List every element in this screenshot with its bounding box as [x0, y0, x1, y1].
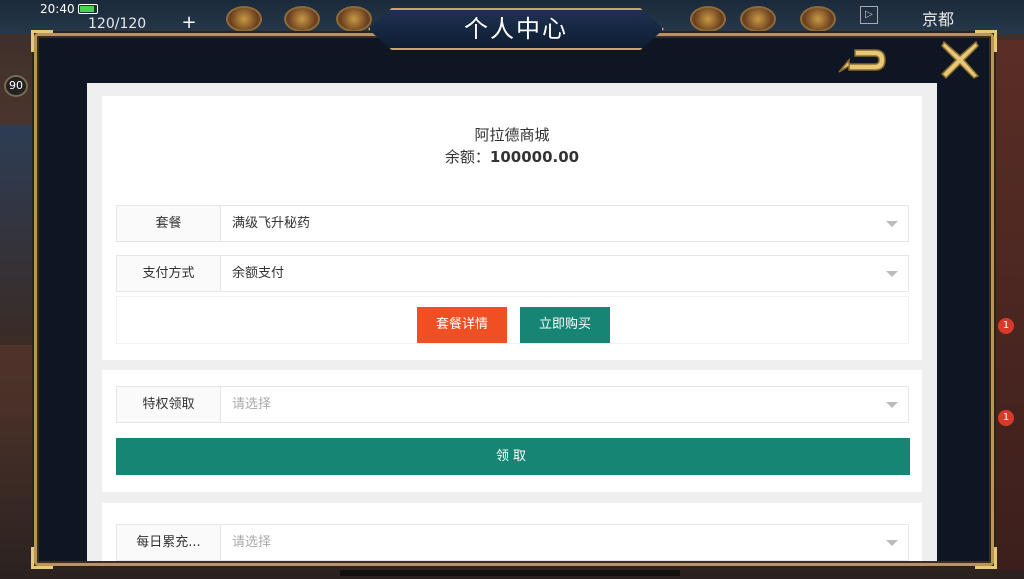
privilege-placeholder: 请选择 [232, 397, 272, 412]
player-level-badge: 90 [4, 75, 28, 97]
payment-select[interactable]: 余额支付 [222, 256, 908, 291]
back-button[interactable] [835, 42, 893, 80]
daily-recharge-select[interactable]: 请选择 [222, 525, 908, 560]
chevron-down-icon [886, 221, 898, 227]
game-screen: 20:40 120/120 + ▷ 京都 90 1 1 个人中心 阿拉德商城 余… [0, 0, 1024, 579]
balance-label: 余额： [444, 148, 490, 166]
shield-icon[interactable] [690, 6, 726, 32]
daily-recharge-label: 每日累充... [117, 525, 221, 560]
purchase-card: 阿拉德商城 余额：100000.00 套餐 满级飞升秘药 支付方式 余额支付 套… [102, 96, 922, 360]
notification-badge: 1 [998, 410, 1014, 426]
helmet-icon[interactable] [284, 6, 320, 32]
privilege-select[interactable]: 请选择 [222, 387, 908, 422]
frame-corner [31, 30, 53, 52]
add-stamina-button[interactable]: + [178, 14, 200, 32]
payment-value: 余额支付 [232, 266, 285, 281]
chevron-down-icon [886, 540, 898, 546]
package-value: 满级飞升秘药 [232, 216, 311, 231]
chevron-down-icon [886, 271, 898, 277]
balance-value: 100000.00 [489, 148, 580, 166]
daily-recharge-card: 每日累充... 请选择 [102, 503, 922, 561]
package-detail-button[interactable]: 套餐详情 [417, 307, 507, 343]
privilege-label: 特权领取 [117, 387, 221, 422]
stamina-counter: 120/120 [88, 16, 147, 32]
bottom-handle [340, 570, 680, 576]
chevron-down-icon [886, 402, 898, 408]
quest-sidebar [0, 125, 34, 345]
hero-icon[interactable] [226, 6, 262, 32]
payment-label: 支付方式 [117, 256, 221, 291]
clock-text: 20:40 [40, 2, 75, 16]
frame-corner [975, 547, 997, 569]
privilege-card: 特权领取 请选择 领取 [102, 370, 922, 492]
claim-button[interactable]: 领取 [116, 438, 910, 475]
balance-display: 余额：100000.00 [102, 146, 922, 167]
daily-recharge-placeholder: 请选择 [232, 535, 272, 550]
modal-title: 个人中心 [464, 15, 568, 43]
gift-icon[interactable] [740, 6, 776, 32]
action-bar: 套餐详情 立即购买 [116, 296, 909, 344]
package-label: 套餐 [117, 206, 221, 241]
daily-recharge-row: 每日累充... 请选择 [116, 524, 909, 561]
event-icon[interactable] [800, 6, 836, 32]
package-select[interactable]: 满级飞升秘药 [222, 206, 908, 241]
menu-toggle-icon[interactable]: ▷ [860, 6, 878, 24]
back-arrow-icon [838, 49, 886, 73]
package-row: 套餐 满级飞升秘药 [116, 205, 909, 242]
close-icon [940, 40, 980, 80]
buy-now-button[interactable]: 立即购买 [520, 307, 610, 343]
privilege-row: 特权领取 请选择 [116, 386, 909, 423]
close-button[interactable] [938, 38, 982, 82]
notification-badge: 1 [998, 318, 1014, 334]
shop-name: 阿拉德商城 [474, 126, 550, 144]
payment-row: 支付方式 余额支付 [116, 255, 909, 292]
frame-corner [31, 547, 53, 569]
shop-panel: 阿拉德商城 余额：100000.00 套餐 满级飞升秘药 支付方式 余额支付 套… [87, 83, 937, 561]
city-label: 京都 [922, 10, 955, 29]
battery-icon [78, 4, 98, 14]
right-side-panel: 1 1 [994, 40, 1024, 570]
banner-icon[interactable] [336, 6, 372, 32]
